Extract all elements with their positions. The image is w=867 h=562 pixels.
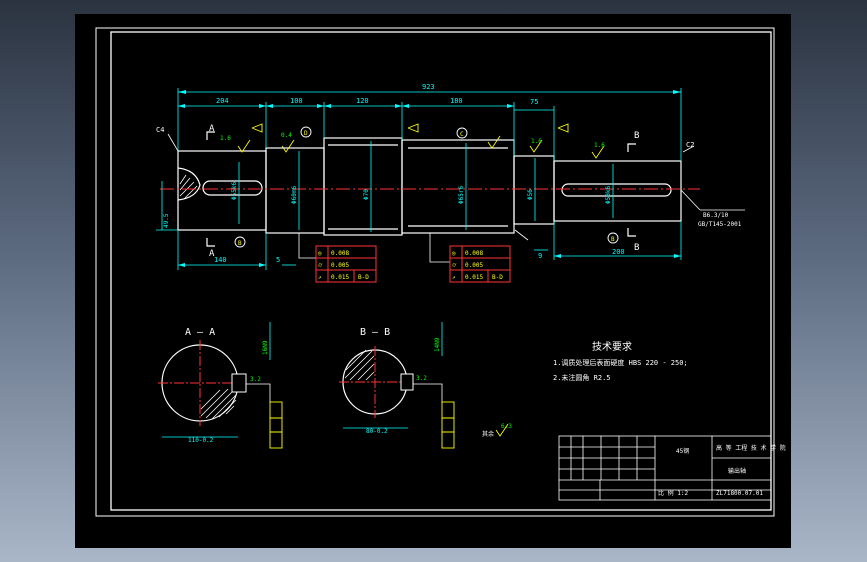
title-material: 45钢	[676, 447, 689, 455]
section-b-label: B — B	[360, 327, 390, 338]
svg-text:◎: ◎	[452, 250, 456, 257]
svg-text:0.015: 0.015	[465, 274, 483, 281]
cut-a-bottom: A	[209, 249, 215, 259]
datum-d2: B	[238, 240, 242, 247]
title-scale: 比 例 1:2	[658, 489, 688, 497]
chamfer-left: C4	[156, 126, 164, 134]
svg-text:16N9: 16N9	[262, 340, 269, 355]
dim-bottom3: 9	[538, 252, 542, 260]
finish-7: 3.2	[416, 375, 427, 382]
svg-text:49.5: 49.5	[163, 213, 170, 228]
finish-1: 1.6	[220, 135, 231, 142]
svg-text:0.008: 0.008	[465, 250, 483, 257]
dim-seg5: 75	[530, 98, 538, 106]
svg-text:Φ56: Φ56	[527, 189, 534, 200]
svg-text:⌭: ⌭	[318, 262, 323, 269]
tech-line1: 1.调质处理后表面硬度 HBS 220 - 250;	[553, 358, 688, 367]
title-drawing-no: ZL71800.07.01	[716, 490, 763, 497]
svg-text:Φ65r6: Φ65r6	[458, 186, 465, 204]
finish-5: 0.4	[281, 132, 292, 139]
svg-text:Φ55k6: Φ55k6	[231, 182, 238, 200]
section-a-width: 110-0.2	[188, 437, 214, 444]
dim-overall: 923	[422, 83, 435, 91]
dim-bottom2: 5	[276, 256, 280, 264]
dim-bottom4: 200	[612, 248, 625, 256]
svg-text:0.008: 0.008	[331, 250, 349, 257]
title-part-name: 输出轴	[728, 467, 746, 475]
tech-line2: 2.未注圆角 R2.5	[553, 373, 611, 382]
section-a-label: A — A	[185, 327, 215, 338]
svg-text:0.015: 0.015	[331, 274, 349, 281]
finish-6: 3.2	[250, 376, 261, 383]
svg-text:B-D: B-D	[492, 274, 503, 281]
drawing-area	[75, 14, 791, 548]
dim-seg3: 120	[356, 97, 369, 105]
svg-text:◎: ◎	[318, 250, 322, 257]
svg-text:↗: ↗	[318, 274, 322, 281]
svg-text:↗: ↗	[452, 274, 456, 281]
center-hole-spec: B6.3/10	[703, 212, 729, 219]
section-b-width: 80-0.2	[366, 428, 388, 435]
tech-title: 技术要求	[592, 340, 632, 353]
svg-text:B-D: B-D	[358, 274, 369, 281]
svg-text:Φ70: Φ70	[363, 189, 370, 200]
svg-text:Φ60m6: Φ60m6	[291, 186, 298, 204]
svg-text:0.005: 0.005	[331, 262, 349, 269]
finish-3: 1.6	[594, 142, 605, 149]
cut-a-top: A	[209, 124, 215, 134]
svg-text:⌭: ⌭	[452, 262, 457, 269]
dim-bottom1: 140	[214, 256, 227, 264]
datum-d4: B	[611, 236, 615, 243]
svg-text:14N9: 14N9	[434, 337, 441, 352]
title-school: 高 等 工程 技 术 学 院	[716, 444, 786, 452]
dim-seg2: 100	[290, 97, 303, 105]
finish-2: 1.6	[531, 138, 542, 145]
datum-d3: C	[460, 131, 464, 138]
center-hole-std: GB/T145-2001	[698, 221, 742, 228]
cad-drawing-canvas[interactable]: 923 204 100 120 180 75 140 5 9 200 C4 C 2…	[0, 0, 867, 562]
svg-text:Φ50k6: Φ50k6	[605, 186, 612, 204]
dim-seg1: 204	[216, 97, 229, 105]
finish-other: 6.3	[501, 423, 512, 430]
cut-b-top: B	[634, 131, 639, 141]
svg-text:0.005: 0.005	[465, 262, 483, 269]
finish-other-label: 其余	[482, 430, 494, 438]
dim-seg4: 180	[450, 97, 463, 105]
cut-b-bottom: B	[634, 243, 639, 253]
datum-d1: D	[304, 130, 308, 137]
